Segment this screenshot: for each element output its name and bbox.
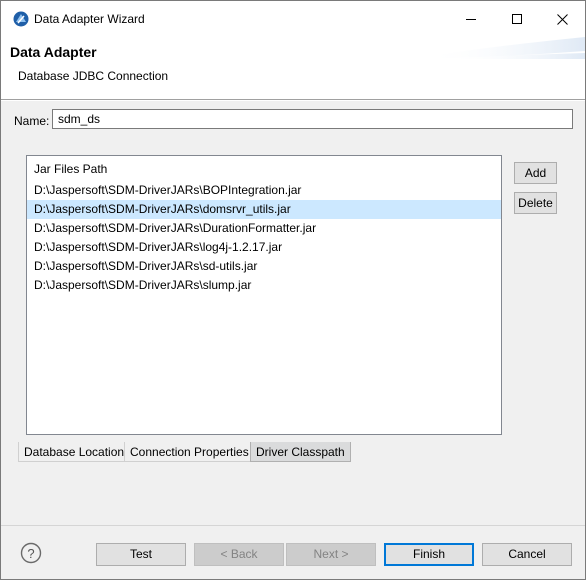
minimize-icon	[466, 14, 476, 24]
page-title: Data Adapter	[10, 44, 97, 60]
tab-label: Database Location	[24, 445, 125, 459]
footer-divider	[1, 525, 585, 526]
jar-files-items: D:\Jaspersoft\SDM-DriverJARs\BOPIntegrat…	[27, 181, 501, 295]
banner-decoration	[425, 37, 585, 59]
delete-jar-button[interactable]: Delete	[514, 192, 557, 214]
list-item[interactable]: D:\Jaspersoft\SDM-DriverJARs\DurationFor…	[27, 219, 501, 238]
maximize-icon	[512, 14, 522, 24]
tab-database-location[interactable]: Database Location	[18, 442, 131, 462]
cancel-button[interactable]: Cancel	[482, 543, 572, 566]
tab-label: Driver Classpath	[256, 445, 345, 459]
list-item-selected[interactable]: D:\Jaspersoft\SDM-DriverJARs\domsrvr_uti…	[27, 200, 501, 219]
back-button[interactable]: < Back	[194, 543, 284, 566]
jar-files-list[interactable]: Jar Files Path D:\Jaspersoft\SDM-DriverJ…	[26, 155, 502, 435]
close-button[interactable]	[539, 1, 585, 37]
data-adapter-wizard-window: Data Adapter Wizard Data Adapter Databas…	[0, 0, 586, 580]
name-input[interactable]	[52, 109, 573, 129]
window-title: Data Adapter Wizard	[34, 12, 145, 26]
help-icon[interactable]: ?	[20, 542, 42, 564]
tab-connection-properties[interactable]: Connection Properties	[124, 442, 255, 462]
list-item[interactable]: D:\Jaspersoft\SDM-DriverJARs\BOPIntegrat…	[27, 181, 501, 200]
tab-label: Connection Properties	[130, 445, 249, 459]
next-button[interactable]: Next >	[286, 543, 376, 566]
svg-text:?: ?	[27, 546, 34, 561]
minimize-button[interactable]	[448, 1, 494, 37]
title-bar: Data Adapter Wizard	[1, 1, 585, 37]
close-icon	[556, 13, 568, 25]
add-jar-button[interactable]: Add	[514, 162, 557, 184]
page-subtitle: Database JDBC Connection	[18, 69, 169, 83]
tab-driver-classpath[interactable]: Driver Classpath	[250, 442, 351, 462]
test-button[interactable]: Test	[96, 543, 186, 566]
name-label: Name:	[14, 114, 50, 128]
header-divider-highlight	[1, 100, 585, 101]
maximize-button[interactable]	[494, 1, 540, 37]
jar-files-column-header: Jar Files Path	[34, 162, 108, 176]
wizard-header: Data Adapter Database JDBC Connection	[1, 37, 585, 99]
list-item[interactable]: D:\Jaspersoft\SDM-DriverJARs\slump.jar	[27, 276, 501, 295]
list-item[interactable]: D:\Jaspersoft\SDM-DriverJARs\log4j-1.2.1…	[27, 238, 501, 257]
list-item[interactable]: D:\Jaspersoft\SDM-DriverJARs\sd-utils.ja…	[27, 257, 501, 276]
jaspersoft-app-icon	[13, 11, 29, 27]
finish-button[interactable]: Finish	[384, 543, 474, 566]
